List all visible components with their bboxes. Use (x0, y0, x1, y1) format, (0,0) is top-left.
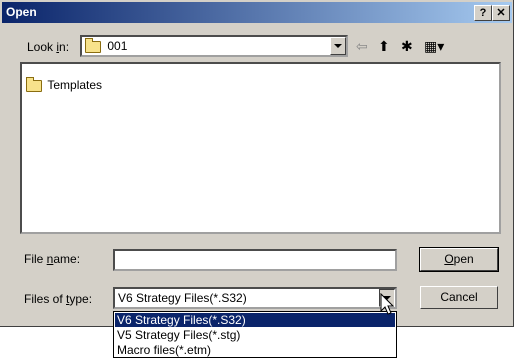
file-type-combo[interactable]: V6 Strategy Files(*.S32) (113, 287, 397, 309)
chevron-down-icon (334, 44, 342, 48)
look-in-dropdown-button[interactable] (330, 37, 346, 55)
file-list[interactable]: Templates (20, 62, 501, 234)
new-folder-icon[interactable]: ✱ (401, 38, 413, 54)
window-title: Open (6, 5, 37, 19)
folder-icon (26, 76, 42, 92)
dropdown-option[interactable]: Macro files(*.etm) (115, 343, 395, 357)
title-bar: Open ? ✕ (2, 2, 512, 23)
up-folder-icon[interactable]: ⬆ (378, 38, 390, 54)
dropdown-option[interactable]: V6 Strategy Files(*.S32) (115, 313, 395, 327)
back-icon[interactable]: ⇦ (356, 38, 368, 54)
file-name-label: File name: (24, 252, 81, 266)
list-item[interactable]: Templates (26, 76, 103, 92)
close-button[interactable]: ✕ (492, 5, 510, 21)
folder-icon (85, 37, 101, 53)
cancel-button[interactable]: Cancel (420, 286, 498, 309)
file-item-name: Templates (47, 78, 103, 92)
file-type-value: V6 Strategy Files(*.S32) (118, 291, 247, 305)
open-dialog: Open ? ✕ Look in: 001 ⇦ ⬆ ✱ ▦▾ Templates… (0, 0, 514, 327)
look-in-combo[interactable]: 001 (80, 35, 348, 57)
mouse-pointer-icon (380, 293, 395, 315)
file-name-input[interactable] (113, 249, 397, 271)
help-button[interactable]: ? (474, 5, 492, 21)
file-type-dropdown-list[interactable]: V6 Strategy Files(*.S32) V5 Strategy Fil… (113, 311, 397, 358)
view-menu-icon[interactable]: ▦▾ (424, 38, 444, 54)
open-button[interactable]: Open (419, 247, 499, 272)
look-in-label: Look in: (27, 40, 70, 54)
look-in-value: 001 (107, 39, 128, 53)
dropdown-option[interactable]: V5 Strategy Files(*.stg) (115, 328, 395, 342)
file-type-label: Files of type: (24, 292, 93, 306)
